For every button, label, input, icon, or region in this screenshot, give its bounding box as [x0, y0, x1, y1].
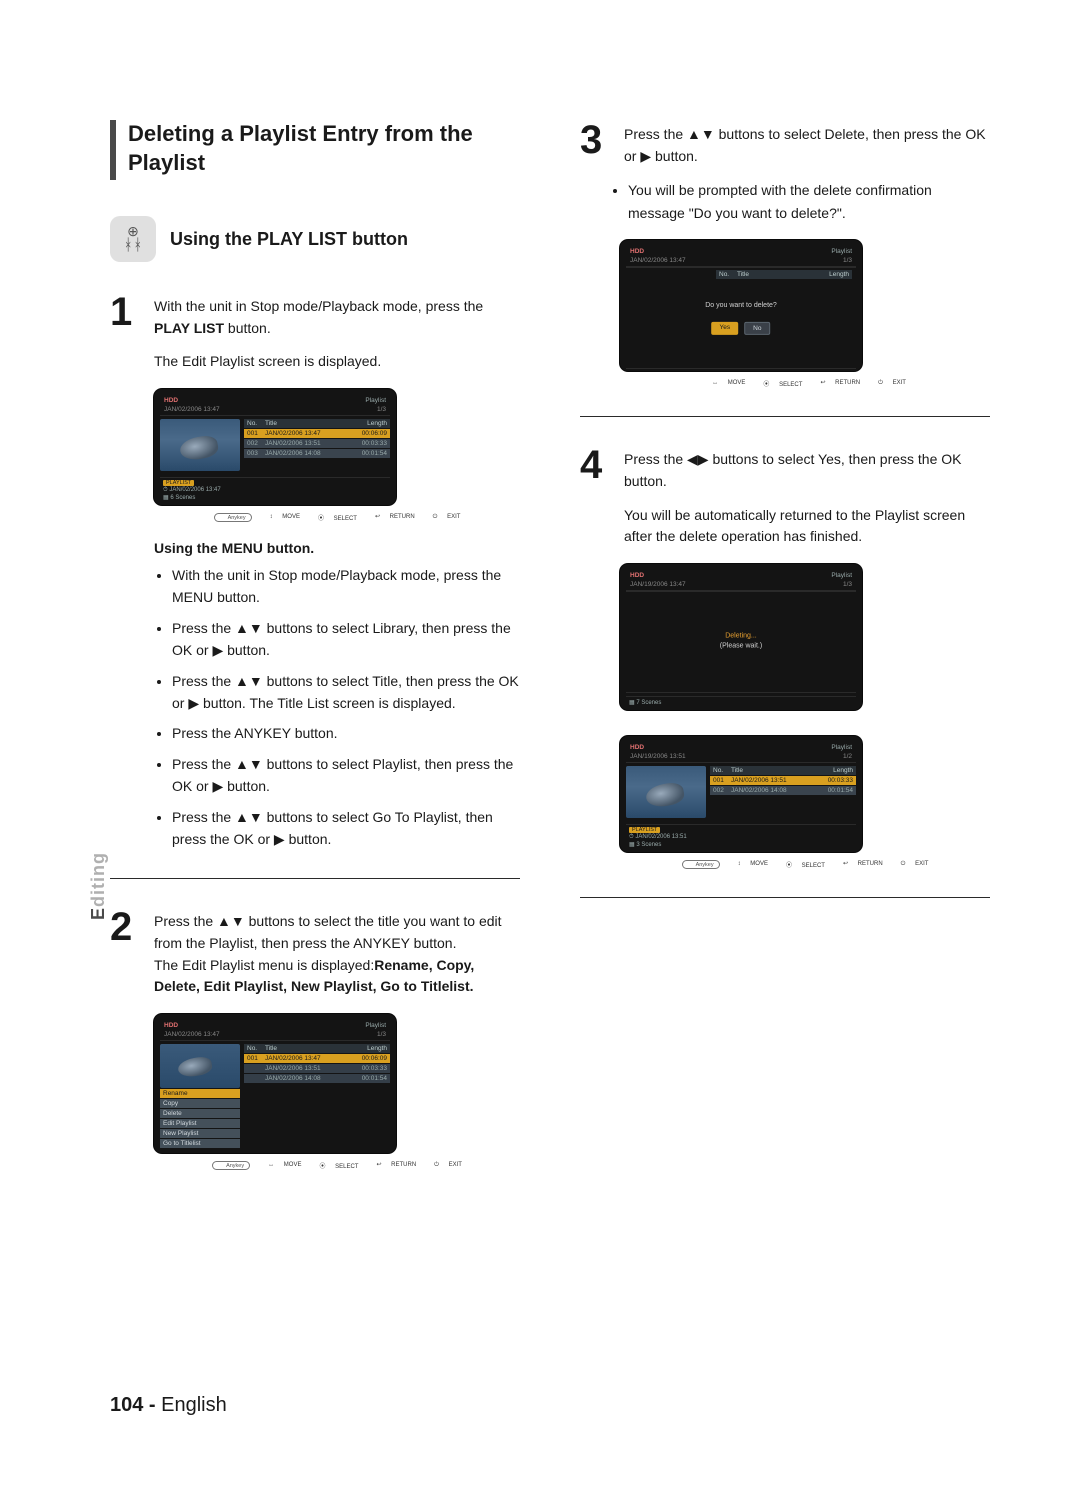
divider — [580, 416, 990, 417]
step-body: Press the ▲▼ buttons to select Delete, t… — [624, 120, 990, 167]
step-number: 1 — [110, 292, 140, 339]
step-3: 3 Press the ▲▼ buttons to select Delete,… — [580, 120, 990, 167]
section-heading: Deleting a Playlist Entry from the Playl… — [110, 120, 520, 180]
step-3-bullets: You will be prompted with the delete con… — [610, 179, 990, 224]
step-number: 2 — [110, 907, 140, 998]
subsection-title: Using the PLAY LIST button — [170, 229, 408, 250]
osd-screenshot-1: HDD Playlist JAN/02/2006 13:47 1/3 No. T… — [154, 389, 520, 522]
thumbnail-dolphin — [626, 766, 706, 818]
step-body: Press the ▲▼ buttons to select the title… — [154, 907, 520, 998]
step-body: Press the ◀▶ buttons to select Yes, then… — [624, 445, 990, 492]
dialog-yes-button[interactable]: Yes — [712, 322, 739, 336]
osd-screenshot-4: HDD Playlist JAN/19/2006 13:47 1/3 Delet… — [620, 564, 990, 710]
step-4-note: You will be automatically returned to th… — [624, 505, 990, 548]
step-2: 2 Press the ▲▼ buttons to select the tit… — [110, 907, 520, 998]
step-1: 1 With the unit in Stop mode/Playback mo… — [110, 292, 520, 339]
step-1-note: The Edit Playlist screen is displayed. — [154, 351, 520, 373]
step-number: 3 — [580, 120, 610, 167]
divider — [110, 878, 520, 879]
hdd-icon: ⊕ ᚼᚼ — [110, 216, 156, 262]
side-tab-label: Editing — [88, 852, 109, 920]
menu-steps-list: With the unit in Stop mode/Playback mode… — [154, 564, 520, 850]
osd-screenshot-2: HDD Playlist JAN/02/2006 13:47 1/3 Renam… — [154, 1014, 520, 1170]
subsection-row: ⊕ ᚼᚼ Using the PLAY LIST button — [110, 216, 520, 262]
step-body: With the unit in Stop mode/Playback mode… — [154, 292, 520, 339]
menu-subhead: Using the MENU button. — [154, 540, 520, 556]
step-4: 4 Press the ◀▶ buttons to select Yes, th… — [580, 445, 990, 492]
osd-screenshot-5: HDD Playlist JAN/19/2006 13:51 1/2 No. T… — [620, 736, 990, 869]
section-title-text: Deleting a Playlist Entry from the Playl… — [128, 120, 520, 177]
heading-bar — [110, 120, 116, 180]
page-number: 104 - English — [110, 1394, 227, 1417]
step-number: 4 — [580, 445, 610, 492]
divider — [580, 897, 990, 898]
dialog-no-button[interactable]: No — [744, 322, 770, 336]
thumbnail-dolphin — [160, 1044, 240, 1088]
osd-screenshot-3: HDD Playlist JAN/02/2006 13:47 1/3 No. T… — [620, 240, 990, 388]
thumbnail-dolphin — [160, 419, 240, 471]
